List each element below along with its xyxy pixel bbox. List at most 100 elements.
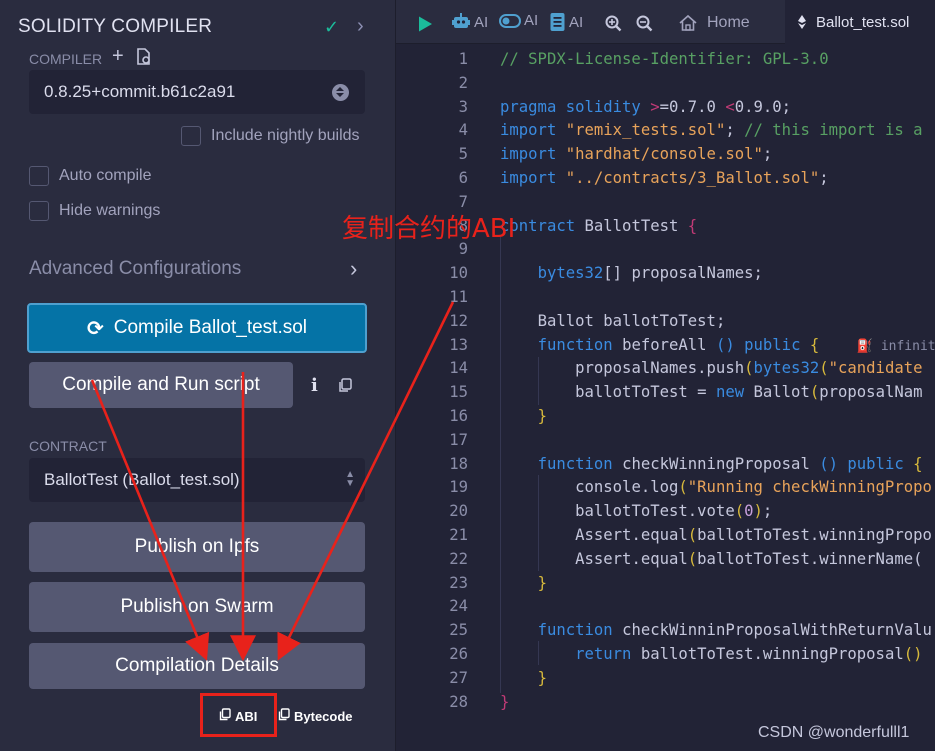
code-line[interactable]: 12 Ballot ballotToTest;: [396, 309, 935, 333]
code-line[interactable]: 19 console.log("Running checkWinningProp…: [396, 475, 935, 499]
line-number: 22: [449, 549, 468, 568]
code-text: function beforeAll () public { ⛽ infinit…: [537, 335, 935, 354]
info-icon[interactable]: i: [311, 375, 318, 396]
tab-home[interactable]: Home: [678, 14, 750, 32]
code-line[interactable]: 6 import "../contracts/3_Ballot.sol";: [396, 166, 935, 190]
code-text: pragma solidity >=0.7.0 <0.9.0;: [500, 97, 792, 116]
code-text: Assert.equal(ballotToTest.winnerName(: [575, 549, 923, 568]
code-text: }: [537, 573, 547, 592]
line-number: 21: [449, 526, 468, 544]
copy-icon: [278, 708, 290, 724]
line-number: 12: [449, 311, 468, 330]
code-text: import "../contracts/3_Ballot.sol";: [500, 169, 829, 187]
code-line[interactable]: 22 Assert.equal(ballotToTest.winnerName(: [396, 547, 935, 571]
code-line[interactable]: 4 import "remix_tests.sol"; // this impor…: [396, 118, 935, 142]
select-updown-icon: ▲ ▼: [345, 469, 355, 489]
line-number: 10: [449, 264, 468, 283]
include-nightly-checkbox[interactable]: [181, 126, 201, 146]
line-number: 13: [449, 335, 468, 354]
line-number: 4: [458, 121, 468, 140]
tab-ballot-test-sol[interactable]: Ballot_test.sol: [785, 0, 935, 44]
code-text: }: [500, 692, 510, 711]
publish-swarm-button[interactable]: Publish on Swarm: [29, 582, 365, 632]
code-line[interactable]: 13 function beforeAll () public { ⛽ infi…: [396, 333, 935, 357]
hide-warnings-checkbox[interactable]: [29, 201, 49, 221]
code-line[interactable]: 26 return ballotToTest.winningProposal(): [396, 642, 935, 666]
copy-bytecode-link[interactable]: Bytecode: [278, 708, 353, 724]
code-line[interactable]: 17: [396, 428, 935, 452]
include-nightly-label: Include nightly builds: [211, 127, 360, 144]
code-editor[interactable]: 1// SPDX-License-Identifier: GPL-3.0 2 3 pr…: [396, 45, 935, 751]
file-settings-icon[interactable]: [136, 48, 152, 71]
code-text: bytes32[] proposalNames;: [537, 264, 763, 283]
code-line[interactable]: 5 import "hardhat/console.sol";: [396, 142, 935, 166]
code-line[interactable]: 21 Assert.equal(ballotToTest.winningProp…: [396, 523, 935, 547]
code-text: import "hardhat/console.sol";: [500, 145, 773, 164]
code-text: proposalNames.push(bytes32("candidate: [575, 359, 923, 378]
code-text: function checkWinningProposal () public …: [537, 454, 923, 473]
compilation-details-label: Compilation Details: [115, 655, 279, 676]
code-line[interactable]: 2: [396, 71, 935, 95]
ai-docs-button[interactable]: AI: [549, 12, 583, 32]
bytecode-label: Bytecode: [294, 708, 353, 724]
line-number: 2: [458, 73, 468, 92]
line-number: 14: [449, 359, 468, 378]
contract-select[interactable]: BallotTest (Ballot_test.sol) ▲ ▼: [29, 458, 365, 502]
code-line[interactable]: 24: [396, 594, 935, 618]
compiler-version-value: 0.8.25+commit.b61c2a91: [44, 82, 236, 101]
compilation-details-button[interactable]: Compilation Details: [29, 643, 365, 689]
compile-button[interactable]: ⟳ Compile Ballot_test.sol: [27, 303, 367, 353]
code-line[interactable]: 18 function checkWinningProposal () publ…: [396, 452, 935, 476]
publish-ipfs-button[interactable]: Publish on Ipfs: [29, 522, 365, 572]
code-line[interactable]: 14 proposalNames.push(bytes32("candidate: [396, 356, 935, 380]
code-line[interactable]: 3 pragma solidity >=0.7.0 <0.9.0;: [396, 95, 935, 119]
watermark: CSDN @wonderfulll1: [758, 724, 910, 741]
zoom-in-icon[interactable]: [605, 15, 622, 32]
select-updown-icon: [332, 84, 349, 101]
code-line[interactable]: 27 }: [396, 666, 935, 690]
play-run-icon[interactable]: [416, 15, 434, 33]
line-number: 24: [449, 597, 468, 616]
hide-warnings-label: Hide warnings: [59, 202, 161, 219]
code-text: Ballot ballotToTest;: [537, 311, 726, 330]
ai-label: AI: [569, 13, 584, 31]
code-line[interactable]: 23 }: [396, 571, 935, 595]
zoom-out-icon[interactable]: [636, 15, 653, 32]
solidity-file-icon: [798, 15, 806, 29]
ai-robot-button[interactable]: AI: [451, 12, 488, 32]
publish-ipfs-label: Publish on Ipfs: [134, 536, 260, 557]
code-line[interactable]: 11: [396, 285, 935, 309]
compile-success-check-icon: ✓: [324, 17, 340, 37]
line-number: 26: [449, 645, 468, 663]
ai-toggle-button[interactable]: AI: [499, 12, 538, 29]
code-line[interactable]: 25 function checkWinninProposalWithRetur…: [396, 618, 935, 642]
auto-compile-checkbox[interactable]: [29, 166, 49, 186]
code-line[interactable]: 10 bytes32[] proposalNames;: [396, 261, 935, 285]
line-number: 18: [449, 454, 468, 473]
line-number: 16: [449, 407, 468, 425]
line-number: 28: [449, 692, 468, 711]
code-text: }: [537, 668, 547, 687]
line-number: 6: [458, 169, 468, 187]
compile-and-run-script-button[interactable]: Compile and Run script: [29, 362, 293, 408]
line-number: 11: [449, 288, 468, 306]
chevron-right-icon[interactable]: ›: [350, 256, 357, 282]
chevron-right-icon[interactable]: ›: [357, 15, 364, 38]
code-line[interactable]: 28}: [396, 690, 935, 714]
code-line[interactable]: 16 }: [396, 404, 935, 428]
file-tab-label: Ballot_test.sol: [816, 13, 910, 31]
add-compiler-plus-icon[interactable]: +: [112, 45, 124, 68]
auto-compile-label: Auto compile: [59, 167, 152, 184]
ai-label: AI: [474, 13, 489, 31]
code-text: ballotToTest.vote(0);: [575, 502, 773, 521]
panel-title: SOLIDITY COMPILER: [18, 16, 213, 37]
copy-icon[interactable]: [338, 378, 352, 398]
advanced-configurations-toggle[interactable]: Advanced Configurations: [29, 258, 241, 280]
code-line[interactable]: 15 ballotToTest = new Ballot(proposalNam: [396, 380, 935, 404]
compiler-label: COMPILER: [29, 51, 103, 67]
code-line[interactable]: 20 ballotToTest.vote(0);: [396, 499, 935, 523]
compiler-version-select[interactable]: 0.8.25+commit.b61c2a91: [29, 70, 365, 114]
line-number: 17: [449, 430, 468, 449]
home-icon: [679, 14, 697, 31]
code-line[interactable]: 1 // SPDX-License-Identifier: GPL-3.0: [396, 47, 935, 71]
